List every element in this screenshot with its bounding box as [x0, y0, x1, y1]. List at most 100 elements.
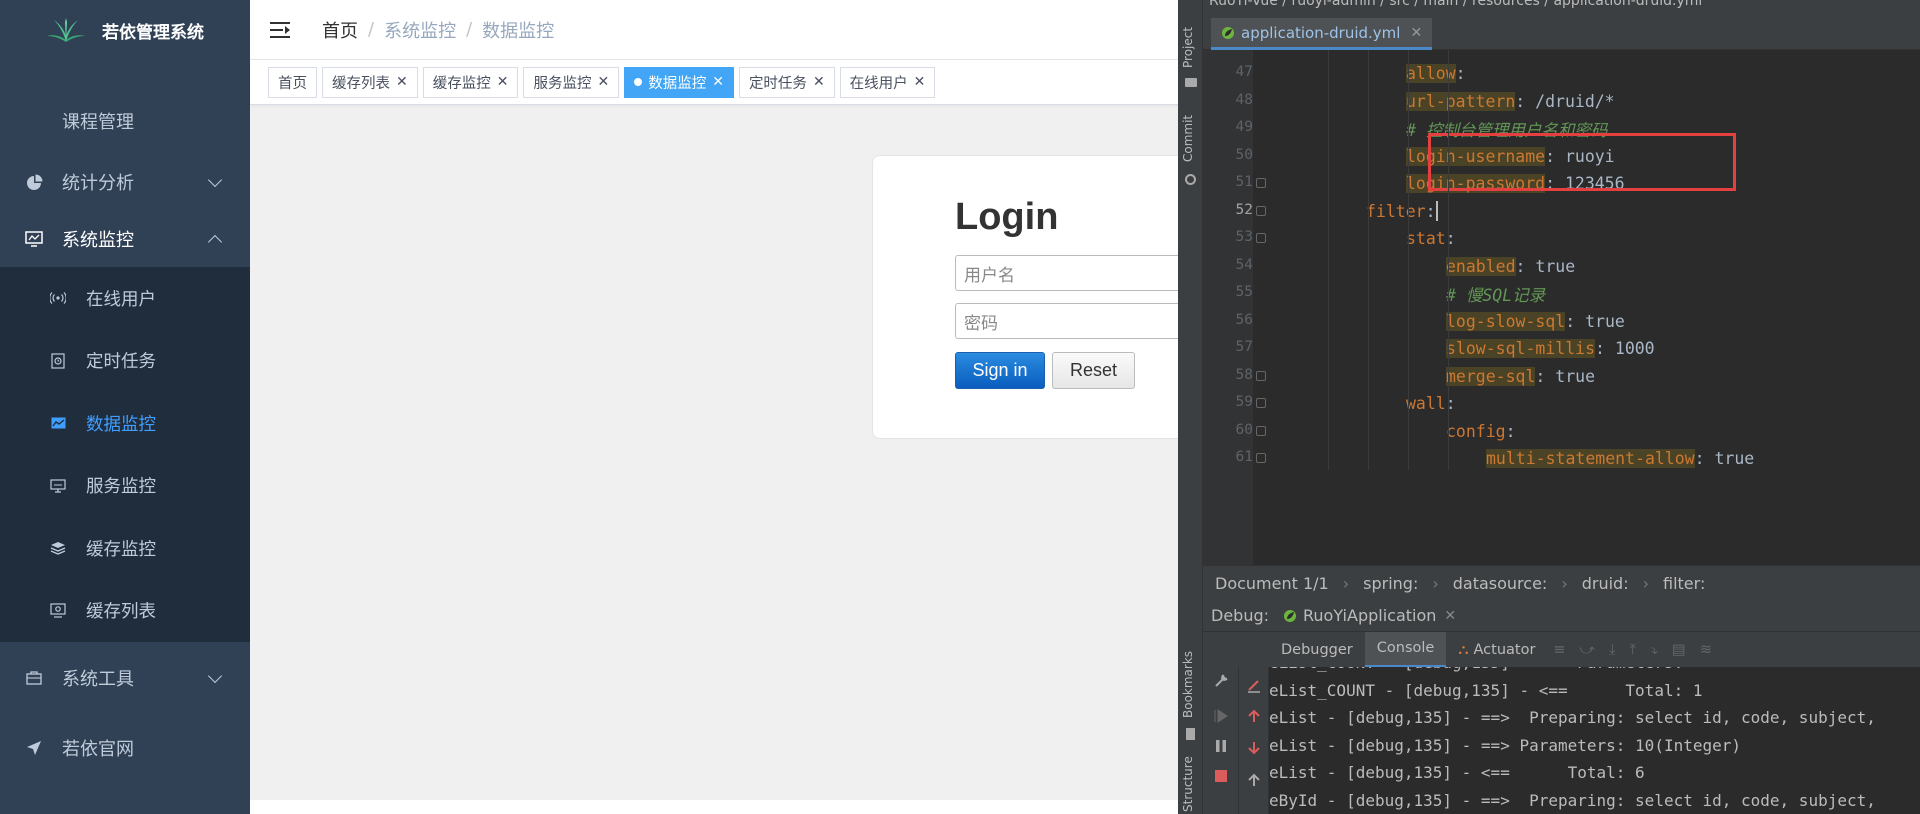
resume-icon[interactable]: [1214, 709, 1228, 723]
logo-area[interactable]: 若依管理系统: [0, 0, 250, 60]
submenu-item-data-monitor[interactable]: 数据监控: [0, 392, 250, 455]
project-tool-tab[interactable]: Project: [1181, 27, 1195, 68]
commit-icon[interactable]: [1185, 174, 1196, 185]
close-icon[interactable]: ✕: [597, 74, 609, 90]
login-title: Login: [955, 196, 1059, 238]
line-number: 60: [1235, 421, 1253, 438]
menu-item-official-site[interactable]: 若依官网: [0, 714, 250, 782]
console-line: eList_COUNT - [debug,135] - ==> Paramete…: [1269, 667, 1693, 672]
menu-item-system-monitor[interactable]: 系统监控: [0, 210, 250, 267]
submenu-item-online-users[interactable]: 在线用户: [0, 267, 250, 330]
crumb-datasource[interactable]: datasource:: [1453, 574, 1548, 593]
breadcrumb: 首页 / 系统监控 / 数据监控: [322, 17, 554, 43]
close-icon[interactable]: ✕: [1444, 608, 1456, 624]
code-line: url-pattern: /druid/*: [1406, 88, 1615, 116]
settings-icon[interactable]: [1213, 673, 1229, 689]
navbar: 首页 / 系统监控 / 数据监控: [250, 0, 1178, 60]
code-line: log-slow-sql: true: [1446, 308, 1625, 336]
stop-icon[interactable]: [1214, 769, 1228, 783]
bookmark-icon[interactable]: [1186, 728, 1195, 740]
commit-tool-tab[interactable]: Commit: [1181, 115, 1195, 162]
tag-jobs[interactable]: 定时任务 ✕: [738, 66, 835, 98]
menu-item-system-tools[interactable]: 系统工具: [0, 642, 250, 714]
editor-tab-yml[interactable]: application-druid.yml ✕: [1211, 18, 1433, 50]
chevron-down-icon: [207, 172, 223, 187]
code-key: stat: [1406, 229, 1446, 249]
fold-marker-icon[interactable]: [1256, 178, 1266, 188]
submenu-item-cache-monitor[interactable]: 缓存监控: [0, 517, 250, 580]
submenu-label: 缓存监控: [86, 539, 156, 560]
fold-marker-icon[interactable]: [1256, 233, 1266, 243]
tag-cache-list[interactable]: 缓存列表 ✕: [322, 66, 418, 98]
clear-console-icon[interactable]: [1246, 677, 1262, 693]
code-value: : true: [1565, 311, 1625, 331]
tag-online-users[interactable]: 在线用户 ✕: [839, 66, 936, 98]
tag-cache-monitor[interactable]: 缓存监控 ✕: [422, 66, 519, 98]
code-value: :: [1425, 201, 1436, 221]
close-icon[interactable]: ✕: [497, 74, 509, 90]
structure-tool-tab[interactable]: Structure: [1181, 756, 1195, 812]
breadcrumb-system-monitor[interactable]: 系统监控: [384, 17, 456, 43]
tag-home[interactable]: 首页: [268, 66, 317, 98]
arrow-up-icon[interactable]: [1247, 709, 1261, 723]
sign-in-button[interactable]: Sign in: [955, 352, 1045, 389]
password-input[interactable]: 密码: [955, 303, 1215, 339]
code-value: : true: [1535, 366, 1596, 386]
step-out-icon[interactable]: [1247, 773, 1261, 787]
console-line: eList - [debug,135] - <== Total: 6: [1269, 763, 1645, 782]
druid-login-card: Login 用户名 密码 Sign in Reset: [872, 155, 1215, 439]
close-icon[interactable]: ✕: [813, 74, 825, 90]
submenu-item-server-monitor[interactable]: 服务监控: [0, 455, 250, 518]
menu-label: 系统监控: [62, 229, 134, 251]
tag-data-monitor[interactable]: 数据监控 ✕: [624, 66, 734, 98]
tag-label: 在线用户: [849, 75, 908, 92]
text-caret: [1435, 201, 1438, 222]
fold-marker-icon[interactable]: [1256, 425, 1266, 436]
menu-label: 统计分析: [62, 172, 134, 194]
code-editor[interactable]: allow: url-pattern: /druid/* # 控制台管理用户名和密码…: [1278, 50, 1920, 565]
fold-marker-icon[interactable]: [1256, 398, 1266, 408]
tags-view: 首页 缓存列表 ✕ 缓存监控 ✕ 服务监控 ✕ 数据监控 ✕ 定时任务 ✕ 在线用户 ✕: [250, 60, 1178, 105]
reset-button[interactable]: Reset: [1052, 352, 1135, 389]
fold-marker-icon[interactable]: [1256, 453, 1266, 463]
tab-actuator[interactable]: ⛬ Actuator: [1446, 632, 1547, 668]
bookmarks-tool-tab[interactable]: Bookmarks: [1181, 651, 1195, 718]
folder-icon[interactable]: [1185, 78, 1197, 87]
server-icon: [50, 478, 66, 494]
submenu-item-cache-list[interactable]: 缓存列表: [0, 580, 250, 643]
submenu-label: 缓存列表: [86, 602, 156, 623]
code-comment: # 慢SQL记录: [1446, 285, 1546, 305]
debug-session-tab[interactable]: RuoYiApplication ✕: [1283, 606, 1456, 625]
logo-icon: [47, 18, 85, 42]
console-output[interactable]: eList_COUNT - [debug,135] - ==> Paramete…: [1269, 667, 1920, 814]
hamburger-icon[interactable]: [270, 21, 292, 39]
close-icon[interactable]: ✕: [914, 74, 926, 90]
close-icon[interactable]: ✕: [396, 74, 408, 90]
close-icon[interactable]: ✕: [1410, 25, 1422, 41]
tag-server-monitor[interactable]: 服务监控 ✕: [523, 66, 620, 98]
arrow-down-icon[interactable]: [1247, 741, 1261, 755]
editor-tabs: application-druid.yml ✕: [1203, 12, 1920, 50]
menu-label: 若依官网: [62, 739, 134, 760]
username-input[interactable]: 用户名: [955, 255, 1215, 291]
breadcrumb-home[interactable]: 首页: [322, 17, 358, 43]
close-icon[interactable]: ✕: [712, 74, 724, 90]
code-key: url-pattern: [1406, 91, 1516, 111]
fold-marker-icon[interactable]: [1256, 370, 1266, 381]
crumb-druid[interactable]: druid:: [1582, 574, 1629, 593]
ide-window: Project Commit Bookmarks Structure RuoYi…: [1178, 0, 1920, 814]
active-dot-icon: [634, 78, 643, 86]
tab-console[interactable]: Console: [1364, 631, 1447, 668]
crumb-spring[interactable]: spring:: [1363, 574, 1418, 593]
menu-item-course[interactable]: 课程管理: [0, 88, 250, 153]
submenu-item-jobs[interactable]: 定时任务: [0, 330, 250, 393]
pause-icon[interactable]: [1214, 739, 1228, 753]
line-number: 55: [1235, 284, 1253, 300]
code-value: : /druid/*: [1515, 91, 1615, 111]
fold-marker-icon[interactable]: [1256, 205, 1266, 216]
tab-debugger[interactable]: Debugger: [1269, 632, 1365, 668]
code-value: :: [1505, 421, 1516, 441]
monitor-icon: [24, 229, 44, 249]
menu-item-statistics[interactable]: 统计分析: [0, 153, 250, 210]
crumb-filter[interactable]: filter:: [1663, 574, 1705, 593]
